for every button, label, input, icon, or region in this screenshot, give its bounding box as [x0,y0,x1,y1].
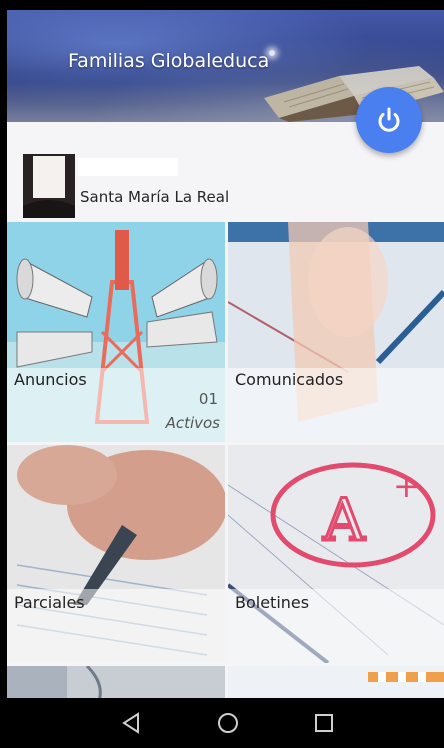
tile-label: Parciales [14,593,85,612]
app-frame: Familias Globaleduca Santa María La Real [7,10,444,748]
tile-anuncios[interactable]: Anuncios 01 Activos [7,222,225,442]
tile-label: Anuncios [14,370,87,389]
app-title: Familias Globaleduca [68,50,276,72]
tile-label: Comunicados [235,370,344,389]
power-icon [378,107,400,132]
sparkle-decoration [269,50,276,56]
tile-count: 01 [198,390,218,408]
tile-parciales[interactable]: Parciales [7,445,225,663]
svg-text:A: A [322,486,366,554]
tile-status: Activos [165,414,220,432]
tile-comunicados[interactable]: Comunicados [228,222,444,442]
power-button[interactable] [356,87,422,153]
tile-boletines[interactable]: A + Boletines [228,445,444,663]
avatar-photo [23,154,75,218]
system-nav-bar [0,698,444,748]
menu-grid: Anuncios 01 Activos Comunicados Parciale… [7,222,444,706]
user-name-redacted [78,158,178,176]
avatar[interactable] [23,154,75,218]
tile-label: Boletines [235,593,310,612]
back-triangle-icon[interactable] [118,709,146,737]
svg-text:+: + [393,467,420,505]
school-name: Santa María La Real [80,188,230,206]
app-screen: Familias Globaleduca Santa María La Real [0,0,444,748]
recents-square-icon[interactable] [310,709,338,737]
app-title-text: Familias Globaleduca [68,50,270,72]
home-circle-icon[interactable] [214,709,242,737]
